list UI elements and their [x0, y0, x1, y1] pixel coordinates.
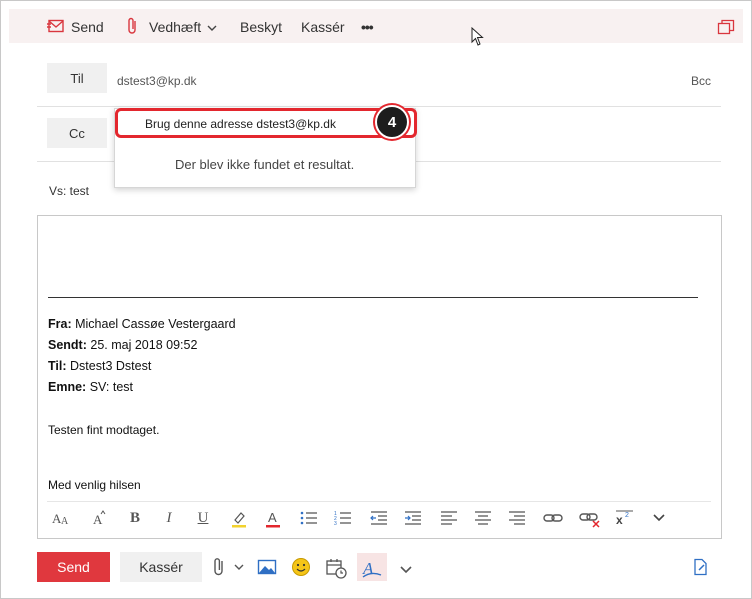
numbering-icon[interactable]: 123	[333, 510, 353, 530]
svg-text:A: A	[362, 559, 374, 578]
more-formatting-chevron-icon[interactable]	[649, 510, 669, 527]
quoted-from: Fra: Michael Cassøe Vestergaard	[48, 317, 236, 331]
formatting-toolbar: AA A B I U A 123 x2	[47, 501, 711, 534]
svg-text:A: A	[268, 510, 277, 525]
discard-button-label: Kassér	[139, 559, 183, 575]
chevron-down-icon	[207, 19, 217, 35]
superscript-icon[interactable]: x2	[615, 510, 635, 530]
subject-field[interactable]: Vs: test	[49, 184, 89, 198]
quoted-from-value: Michael Cassøe Vestergaard	[75, 317, 236, 331]
insert-link-icon[interactable]	[543, 510, 563, 530]
toolbar-send-button[interactable]: Send	[47, 17, 104, 37]
underline-icon[interactable]: U	[193, 510, 213, 527]
format-text-icon[interactable]: A	[357, 553, 387, 581]
quoted-sent: Sendt: 25. maj 2018 09:52	[48, 338, 197, 352]
compose-window: Send Vedhæft Beskyt Kassér ••• Til dstes…	[0, 0, 752, 599]
more-options-icon: •••	[361, 19, 374, 35]
svg-text:x: x	[616, 513, 623, 526]
subject-divider	[37, 206, 721, 207]
svg-text:A: A	[61, 516, 69, 526]
align-right-icon[interactable]	[507, 510, 527, 530]
calendar-schedule-icon[interactable]	[325, 557, 347, 584]
toolbar-discard-button[interactable]: Kassér	[301, 17, 345, 37]
to-field-button[interactable]: Til	[47, 63, 107, 93]
decrease-indent-icon[interactable]	[369, 510, 389, 530]
bold-icon[interactable]: B	[125, 510, 145, 527]
quoted-subject-value: SV: test	[89, 380, 133, 394]
emoji-icon[interactable]	[291, 557, 311, 582]
to-row-divider	[37, 106, 721, 107]
quoted-line-1: Testen fint modtaget.	[48, 423, 160, 437]
svg-text:2: 2	[625, 512, 629, 519]
quoted-sent-value: 25. maj 2018 09:52	[90, 338, 198, 352]
toolbar-protect-label: Beskyt	[240, 19, 283, 35]
quoted-line-2: Med venlig hilsen	[48, 478, 141, 492]
to-label: Til	[70, 70, 84, 86]
quoted-from-label: Fra:	[48, 317, 72, 331]
popout-icon[interactable]	[717, 17, 735, 37]
highlight-icon[interactable]	[229, 510, 249, 532]
send-button[interactable]: Send	[37, 552, 110, 582]
grow-font-icon[interactable]: A	[89, 510, 109, 530]
toolbar-send-label: Send	[71, 19, 104, 35]
discard-button[interactable]: Kassér	[120, 552, 202, 582]
step-highlight-box	[115, 108, 417, 138]
quoted-subject-label: Emne:	[48, 380, 87, 394]
quoted-to-value: Dstest3 Dstest	[70, 359, 152, 373]
align-left-icon[interactable]	[439, 510, 459, 530]
no-result-message: Der blev ikke fundet et resultat.	[175, 157, 355, 172]
align-center-icon[interactable]	[473, 510, 493, 530]
toolbar-attach-button[interactable]: Vedhæft	[127, 17, 217, 37]
mouse-cursor-icon	[471, 27, 485, 47]
attach-paperclip-icon[interactable]	[213, 557, 247, 582]
bullets-icon[interactable]	[299, 510, 319, 530]
more-options-button[interactable]: •••	[361, 17, 374, 37]
toolbar-attach-label: Vedhæft	[149, 19, 202, 35]
message-body-editor[interactable]: Fra: Michael Cassøe Vestergaard Sendt: 2…	[37, 215, 722, 539]
send-mail-icon	[47, 19, 65, 36]
svg-text:3: 3	[334, 521, 337, 526]
send-button-label: Send	[57, 559, 90, 575]
font-size-icon[interactable]: AA	[51, 510, 71, 530]
bcc-link[interactable]: Bcc	[691, 74, 711, 88]
toolbar-protect-button[interactable]: Beskyt	[240, 17, 282, 37]
quoted-subject: Emne: SV: test	[48, 380, 133, 394]
toolbar-discard-label: Kassér	[301, 19, 345, 35]
quoted-sent-label: Sendt:	[48, 338, 87, 352]
paperclip-icon	[127, 17, 139, 38]
insert-picture-icon[interactable]	[257, 557, 277, 582]
cc-field-button[interactable]: Cc	[47, 118, 107, 148]
to-address-input[interactable]: dstest3@kp.dk	[117, 74, 197, 88]
cc-label: Cc	[69, 125, 85, 141]
quote-separator	[48, 297, 698, 298]
quoted-to: Til: Dstest3 Dstest	[48, 359, 151, 373]
quoted-to-label: Til:	[48, 359, 67, 373]
remove-link-icon[interactable]	[579, 510, 600, 532]
font-color-icon[interactable]: A	[263, 510, 283, 532]
increase-indent-icon[interactable]	[403, 510, 423, 530]
draft-saved-icon[interactable]	[693, 558, 709, 581]
compose-toolbar: Send Vedhæft Beskyt Kassér •••	[9, 9, 743, 46]
italic-icon[interactable]: I	[159, 510, 179, 527]
more-actions-chevron-icon[interactable]	[399, 562, 413, 580]
step-badge: 4	[375, 105, 409, 139]
